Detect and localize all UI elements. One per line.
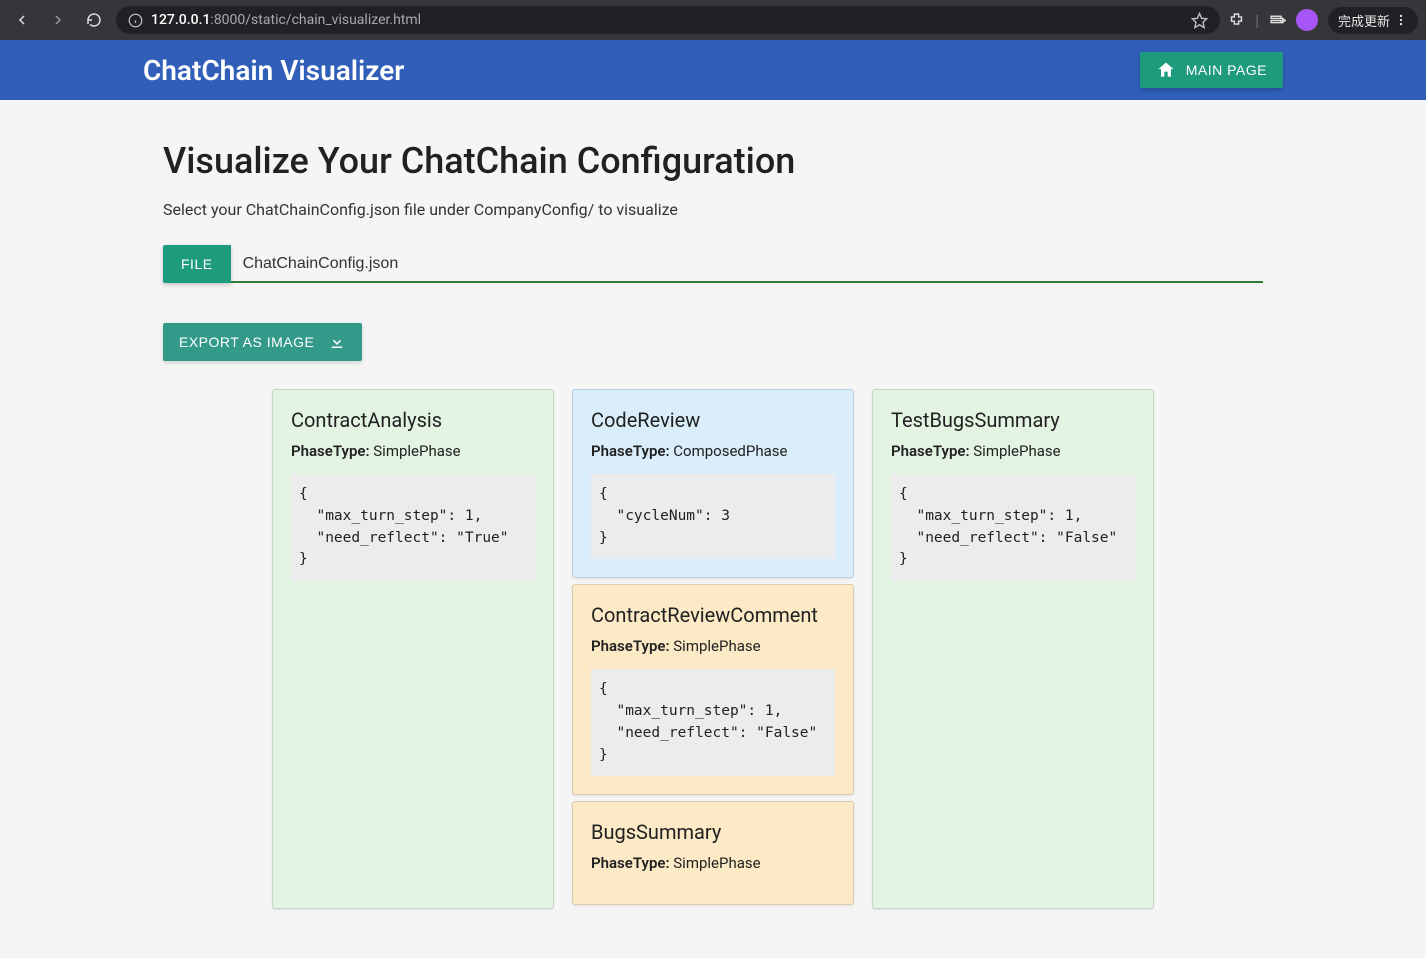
phase-code-block: { "cycleNum": 3 } — [591, 474, 835, 559]
file-name-input[interactable] — [231, 245, 1263, 283]
phase-type-label: PhaseType: — [891, 442, 970, 460]
profile-avatar[interactable] — [1296, 9, 1318, 31]
forward-button[interactable] — [44, 6, 72, 34]
phase-card-title: CodeReview — [591, 408, 835, 432]
phase-type-value: SimplePhase — [370, 442, 461, 460]
url-path: :8000/static/chain_visualizer.html — [210, 12, 421, 28]
phase-card-title: BugsSummary — [591, 820, 835, 844]
phase-type-value: SimplePhase — [970, 442, 1061, 460]
phase-code-block: { "max_turn_step": 1, "need_reflect": "F… — [891, 474, 1135, 581]
phase-type-value: ComposedPhase — [670, 442, 788, 460]
file-button[interactable]: FILE — [163, 245, 231, 283]
phase-type-label: PhaseType: — [591, 442, 670, 460]
phase-type-value: SimplePhase — [670, 637, 761, 655]
phase-card: BugsSummary PhaseType: SimplePhase — [572, 801, 854, 905]
file-picker-row: FILE — [163, 245, 1263, 283]
phase-code-block: { "max_turn_step": 1, "need_reflect": "T… — [291, 474, 535, 581]
app-header: ChatChain Visualizer MAIN PAGE — [0, 40, 1426, 100]
main-container: Visualize Your ChatChain Configuration S… — [143, 100, 1283, 929]
phase-type-label: PhaseType: — [591, 637, 670, 655]
phase-code-block: { "max_turn_step": 1, "need_reflect": "F… — [591, 669, 835, 776]
export-as-image-button[interactable]: EXPORT AS IMAGE — [163, 323, 362, 361]
card-column: ContractAnalysis PhaseType: SimplePhase { … — [272, 389, 554, 909]
page-title: Visualize Your ChatChain Configuration — [163, 140, 1263, 182]
phase-type-line: PhaseType: SimplePhase — [291, 442, 535, 460]
extensions-icon[interactable] — [1228, 12, 1245, 29]
phase-card-title: ContractReviewComment — [591, 603, 835, 627]
phase-type-label: PhaseType: — [591, 854, 670, 872]
phase-card: ContractAnalysis PhaseType: SimplePhase { … — [272, 389, 554, 909]
cards-row: ContractAnalysis PhaseType: SimplePhase { … — [163, 389, 1263, 909]
browser-chrome: 127.0.0.1:8000/static/chain_visualizer.h… — [0, 0, 1426, 40]
phase-type-line: PhaseType: SimplePhase — [591, 637, 835, 655]
phase-type-value: SimplePhase — [670, 854, 761, 872]
download-icon — [328, 333, 346, 351]
card-column: CodeReview PhaseType: ComposedPhase { "cyc… — [572, 389, 854, 909]
back-button[interactable] — [8, 6, 36, 34]
reload-button[interactable] — [80, 6, 108, 34]
phase-type-line: PhaseType: ComposedPhase — [591, 442, 835, 460]
bookmark-star-icon[interactable] — [1191, 12, 1208, 29]
phase-type-line: PhaseType: SimplePhase — [891, 442, 1135, 460]
phase-card-title: TestBugsSummary — [891, 408, 1135, 432]
site-info-icon[interactable] — [128, 13, 143, 28]
kebab-menu-icon[interactable] — [1394, 13, 1408, 27]
media-icon[interactable] — [1269, 12, 1286, 29]
main-page-button[interactable]: MAIN PAGE — [1140, 52, 1283, 88]
phase-type-line: PhaseType: SimplePhase — [591, 854, 835, 872]
phase-card: ContractReviewComment PhaseType: SimplePh… — [572, 584, 854, 795]
phase-card: CodeReview PhaseType: ComposedPhase { "cyc… — [572, 389, 854, 578]
page-subtitle: Select your ChatChainConfig.json file un… — [163, 200, 1263, 219]
url-bar[interactable]: 127.0.0.1:8000/static/chain_visualizer.h… — [116, 6, 1220, 34]
browser-update-button[interactable]: 完成更新 — [1328, 7, 1418, 34]
url-host: 127.0.0.1 — [151, 12, 210, 28]
home-icon — [1156, 60, 1176, 80]
card-column: TestBugsSummary PhaseType: SimplePhase { "… — [872, 389, 1154, 909]
app-brand: ChatChain Visualizer — [143, 54, 404, 87]
phase-type-label: PhaseType: — [291, 442, 370, 460]
phase-card: TestBugsSummary PhaseType: SimplePhase { "… — [872, 389, 1154, 909]
phase-card-title: ContractAnalysis — [291, 408, 535, 432]
